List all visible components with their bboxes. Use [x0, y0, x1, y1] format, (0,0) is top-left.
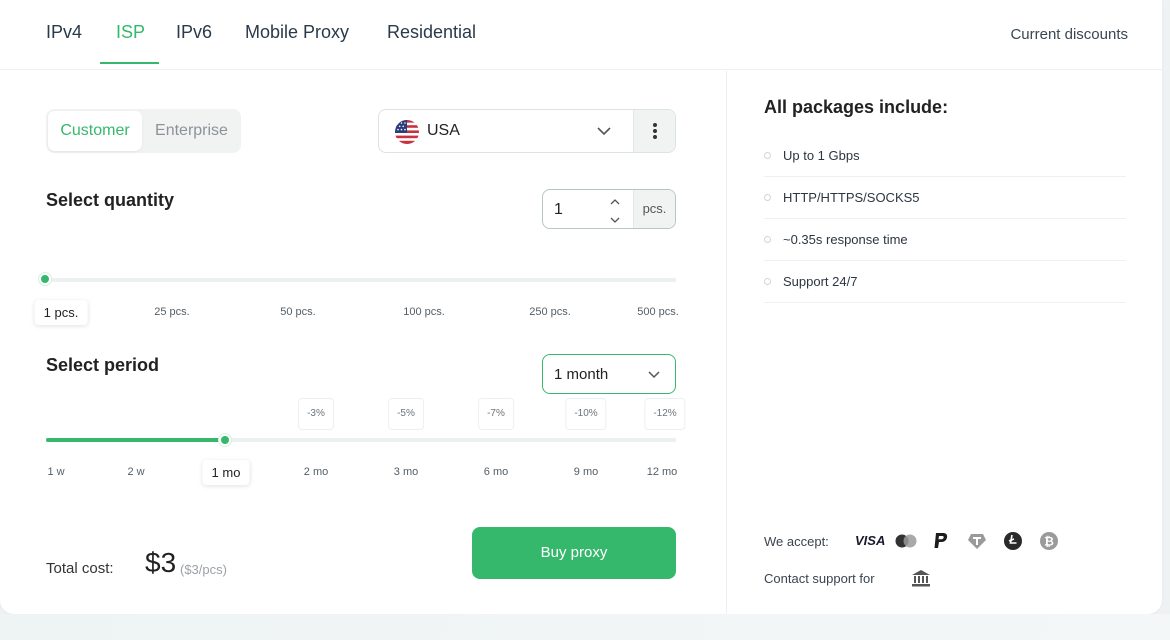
- page-background-strip: [0, 614, 1170, 640]
- tether-icon: [967, 531, 987, 556]
- period-tick[interactable]: 3 mo: [394, 466, 418, 478]
- proxy-type-tabs: IPv4 ISP IPv6 Mobile Proxy Residential C…: [0, 0, 1162, 70]
- package-feature: ~0.35s response time: [764, 219, 1126, 261]
- package-feature-text: Support 24/7: [783, 274, 858, 289]
- period-title: Select period: [46, 355, 160, 375]
- bullet-icon: [764, 152, 771, 159]
- chevron-down-icon[interactable]: [609, 212, 621, 228]
- quantity-tick[interactable]: 50 pcs.: [280, 306, 315, 318]
- litecoin-icon: [1003, 531, 1023, 556]
- panel-divider: [726, 71, 727, 614]
- visa-icon: VISA: [855, 533, 886, 548]
- tab-isp[interactable]: ISP: [116, 22, 145, 43]
- customer-type-toggle: Customer Enterprise: [46, 109, 241, 153]
- package-feature-text: Up to 1 Gbps: [783, 148, 860, 163]
- quantity-tick[interactable]: 100 pcs.: [403, 306, 445, 318]
- bullet-icon: [764, 236, 771, 243]
- package-feature: Up to 1 Gbps: [764, 135, 1126, 177]
- svg-text:₿: ₿: [1044, 535, 1054, 549]
- quantity-tick[interactable]: 1 pcs.: [34, 300, 88, 325]
- quantity-input[interactable]: 1: [554, 201, 563, 219]
- quantity-title: Select quantity: [46, 190, 175, 210]
- dot-icon: [653, 129, 657, 133]
- proxy-order-card: IPv4 ISP IPv6 Mobile Proxy Residential C…: [0, 0, 1162, 614]
- active-tab-indicator: [100, 62, 159, 64]
- quantity-slider-handle[interactable]: [39, 273, 51, 285]
- package-feature: HTTP/HTTPS/SOCKS5: [764, 177, 1126, 219]
- total-price: $3: [145, 547, 177, 578]
- more-options-button[interactable]: [633, 110, 675, 152]
- customer-option[interactable]: Customer: [48, 111, 142, 151]
- we-accept-label: We accept:: [764, 534, 829, 549]
- package-feature-text: HTTP/HTTPS/SOCKS5: [783, 190, 920, 205]
- discount-badge: -7%: [478, 398, 514, 430]
- bank-icon[interactable]: [911, 568, 931, 593]
- chevron-down-icon: [647, 367, 661, 386]
- quantity-tick[interactable]: 500 pcs.: [637, 306, 679, 318]
- package-feature: Support 24/7: [764, 261, 1126, 303]
- bullet-icon: [764, 278, 771, 285]
- period-select[interactable]: 1 month: [542, 354, 676, 394]
- tab-residential[interactable]: Residential: [387, 22, 476, 43]
- quantity-stepper[interactable]: 1 pcs.: [542, 189, 676, 229]
- enterprise-option[interactable]: Enterprise: [144, 111, 239, 151]
- tab-ipv6[interactable]: IPv6: [176, 22, 212, 43]
- discount-badge: -5%: [388, 398, 424, 430]
- total-cost-label: Total cost:: [46, 560, 114, 577]
- period-selected-label: 1 month: [554, 366, 609, 383]
- period-tick[interactable]: 6 mo: [484, 466, 508, 478]
- quantity-slider-track[interactable]: [46, 278, 676, 282]
- discount-badge: -10%: [565, 398, 607, 430]
- dot-icon: [653, 123, 657, 127]
- buy-proxy-button[interactable]: Buy proxy: [472, 527, 676, 579]
- quantity-tick[interactable]: 250 pcs.: [529, 306, 571, 318]
- contact-support-label: Contact support for: [764, 571, 875, 586]
- country-select[interactable]: USA: [378, 109, 676, 153]
- period-tick[interactable]: 1 mo: [202, 460, 250, 485]
- chevron-up-icon[interactable]: [609, 194, 621, 212]
- tab-mobile-proxy[interactable]: Mobile Proxy: [245, 22, 349, 43]
- mastercard-icon: [893, 531, 919, 556]
- discount-badge: -3%: [298, 398, 334, 430]
- quantity-unit: pcs.: [633, 190, 675, 228]
- period-tick[interactable]: 2 mo: [304, 466, 328, 478]
- period-tick[interactable]: 9 mo: [574, 466, 598, 478]
- country-label: USA: [427, 122, 460, 139]
- bullet-icon: [764, 194, 771, 201]
- dot-icon: [653, 135, 657, 139]
- tab-ipv4[interactable]: IPv4: [46, 22, 82, 43]
- period-slider-fill: [46, 438, 226, 442]
- period-tick[interactable]: 2 w: [127, 466, 144, 478]
- price-per-unit: ($3/pcs): [180, 562, 227, 577]
- bitcoin-icon: ₿: [1039, 531, 1059, 556]
- package-feature-text: ~0.35s response time: [783, 232, 908, 247]
- period-tick[interactable]: 1 w: [47, 466, 64, 478]
- quantity-tick[interactable]: 25 pcs.: [154, 306, 189, 318]
- packages-title: All packages include:: [764, 97, 949, 117]
- chevron-down-icon: [597, 124, 611, 143]
- discount-badge: -12%: [644, 398, 686, 430]
- period-slider-handle[interactable]: [219, 434, 231, 446]
- us-flag-icon: [395, 120, 419, 144]
- paypal-icon: [932, 531, 950, 556]
- current-discounts-link[interactable]: Current discounts: [1010, 26, 1128, 43]
- period-tick[interactable]: 12 mo: [647, 466, 678, 478]
